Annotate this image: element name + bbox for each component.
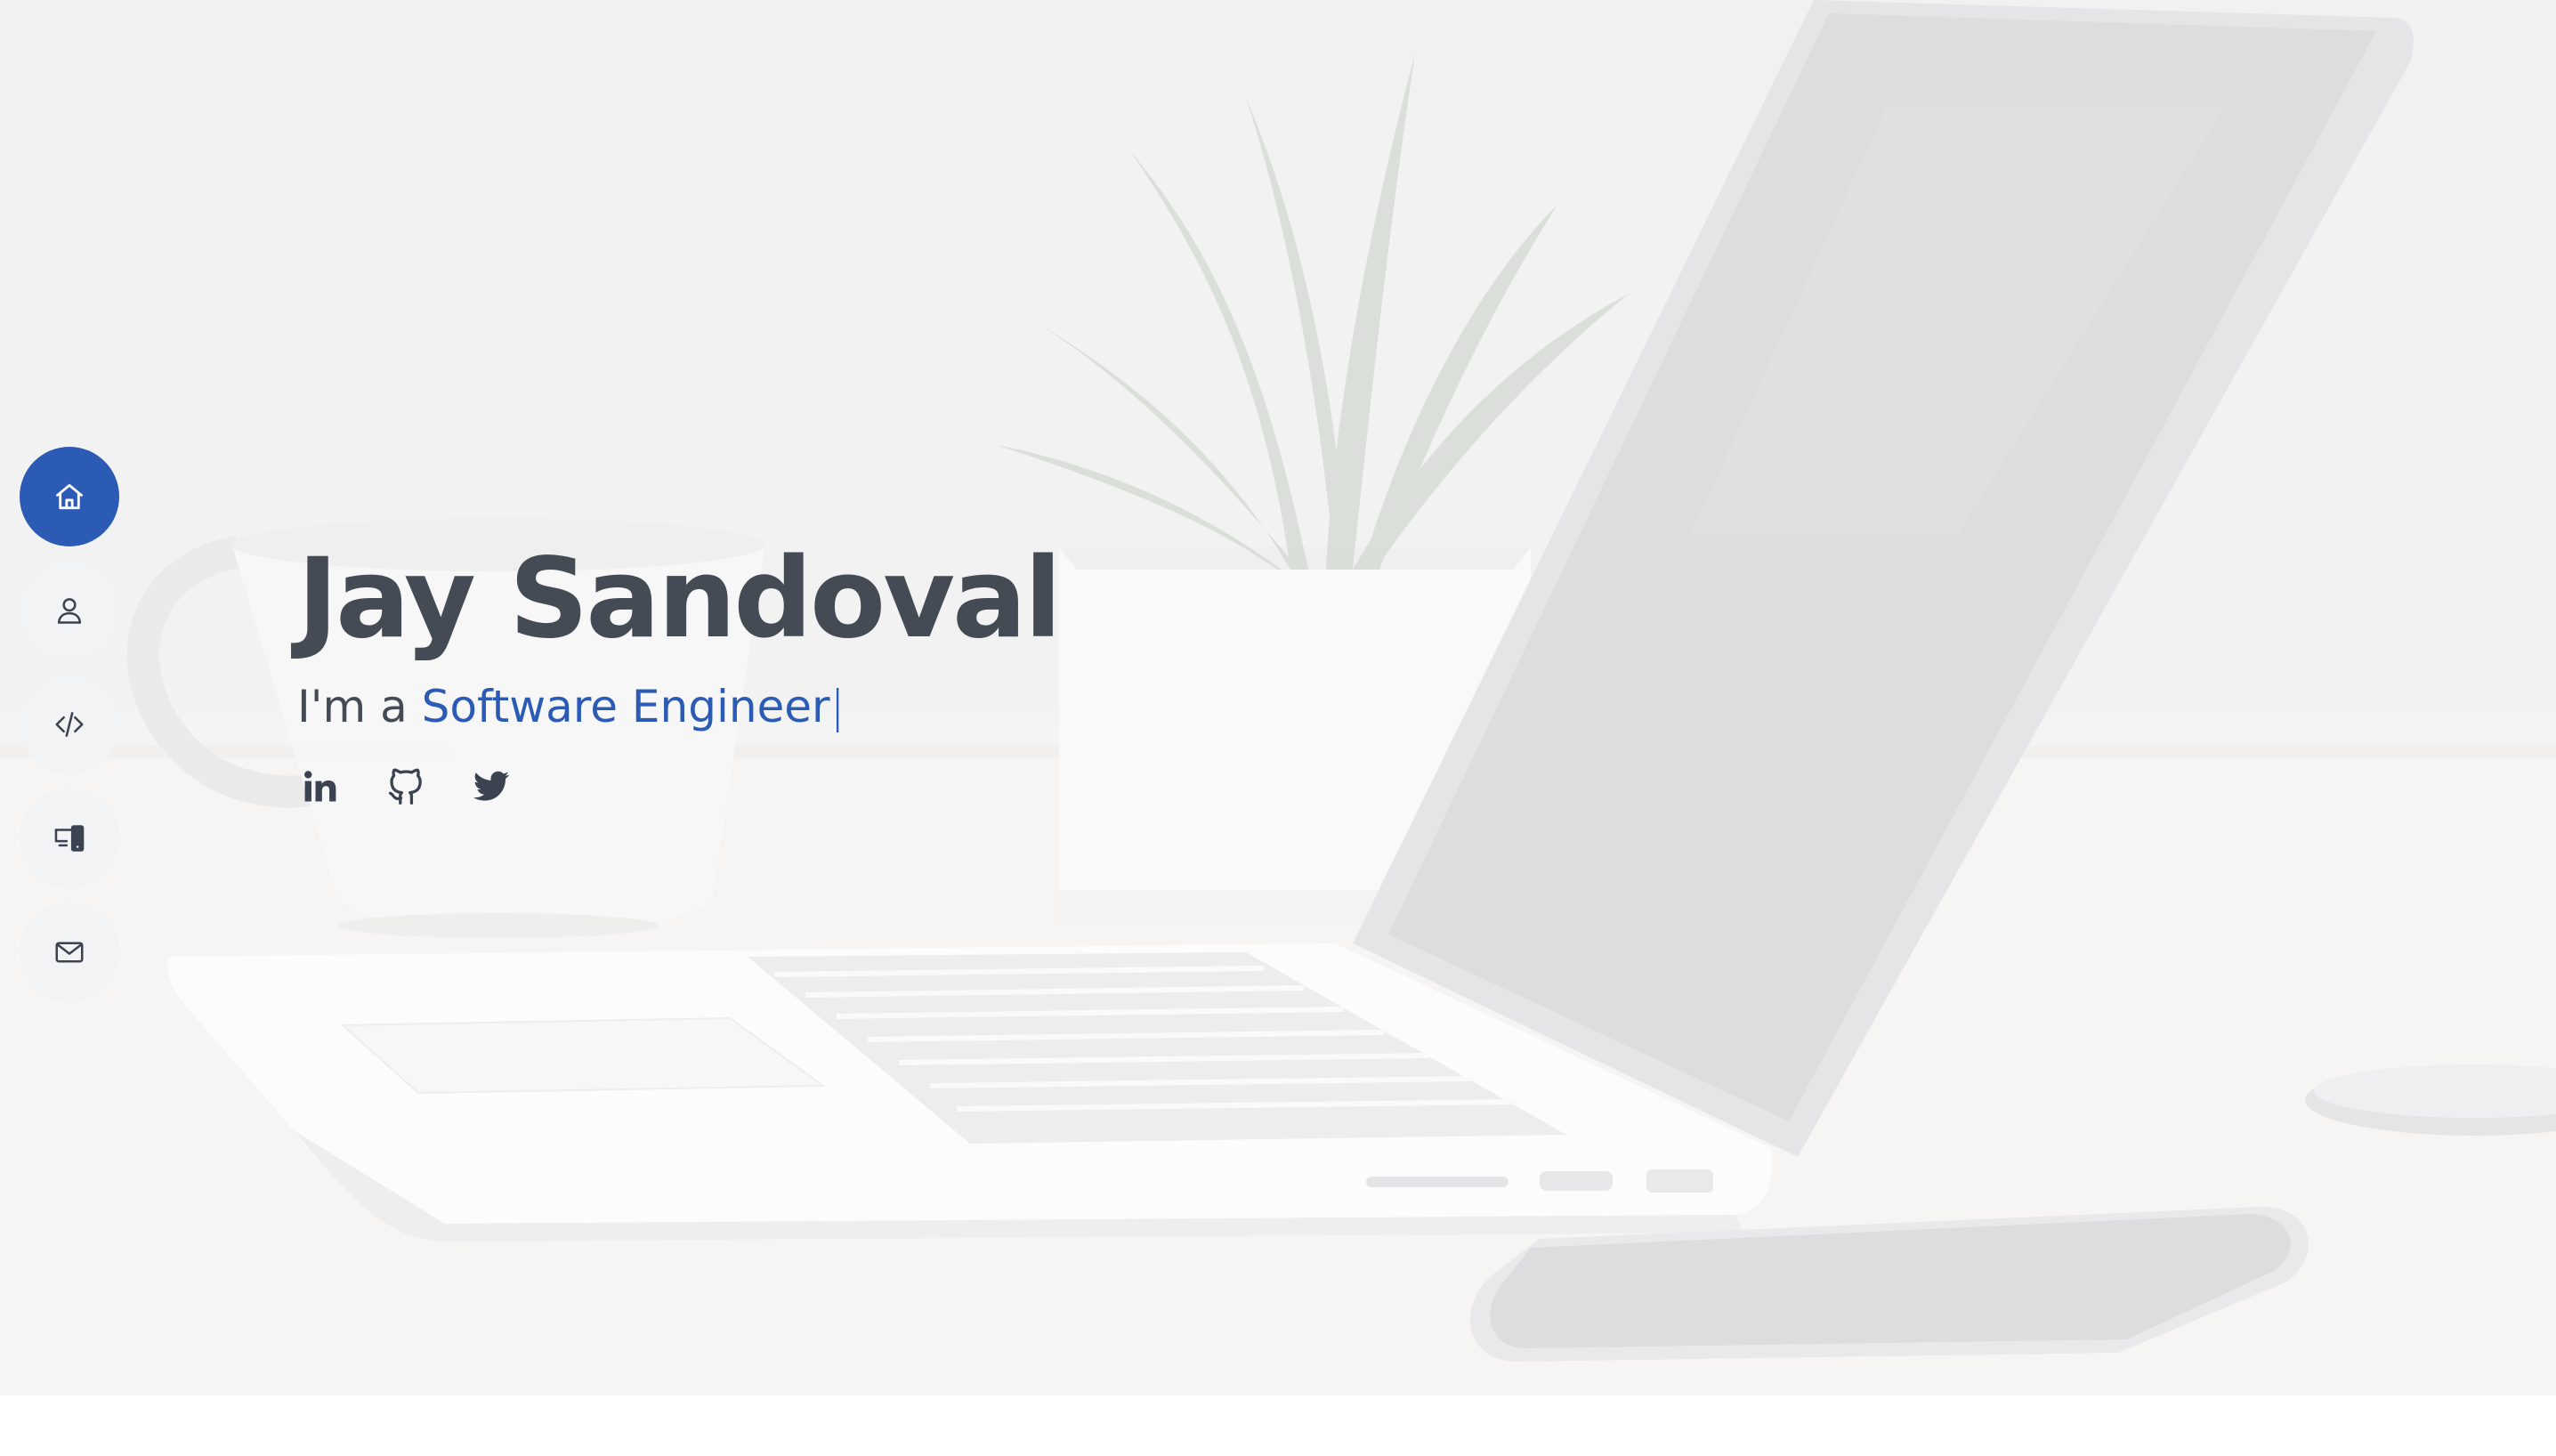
- github-link[interactable]: [386, 767, 425, 806]
- typed-role: Software Engineer: [421, 681, 830, 732]
- nav-home-button[interactable]: [20, 447, 119, 546]
- linkedin-link[interactable]: [301, 767, 340, 806]
- hero-tagline: I'm a Software Engineer|: [297, 673, 1059, 740]
- side-navigation: [20, 447, 119, 1016]
- nav-about-button[interactable]: [20, 561, 119, 660]
- code-icon: [55, 712, 84, 737]
- linkedin-icon: [304, 771, 336, 802]
- hero-name: Jay Sandoval: [297, 535, 1062, 663]
- mail-icon: [55, 942, 84, 963]
- social-links: [301, 767, 1059, 806]
- below-hero-area: [0, 1395, 2556, 1456]
- nav-skills-button[interactable]: [20, 675, 119, 774]
- hero-content: Jay Sandoval I'm a Software Engineer|: [297, 525, 1062, 806]
- github-icon: [388, 768, 422, 805]
- home-icon: [56, 483, 83, 510]
- nav-portfolio-button[interactable]: [20, 789, 119, 888]
- typed-cursor: |: [829, 681, 845, 732]
- twitter-icon: [473, 771, 510, 801]
- devices-icon: [54, 825, 85, 852]
- nav-contact-button[interactable]: [20, 902, 119, 1002]
- tagline-prefix: I'm a: [297, 681, 422, 732]
- twitter-link[interactable]: [472, 767, 511, 806]
- user-icon: [57, 598, 82, 624]
